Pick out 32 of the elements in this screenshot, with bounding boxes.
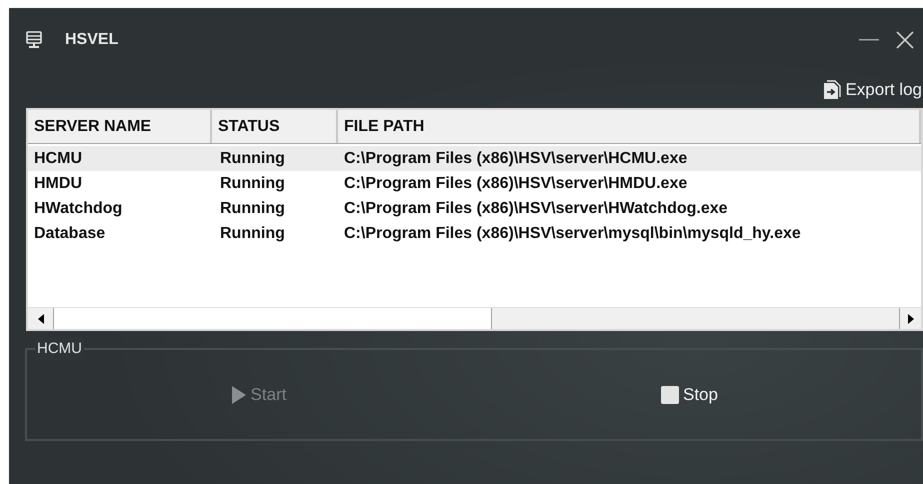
table-row[interactable]: Database Running C:\Program Files (x86)\HSV\server\mysql\bin\mysqld_hy.exe: [28, 221, 921, 246]
window-title: HSVEL: [65, 30, 118, 50]
right-arrow-icon: [908, 314, 914, 324]
column-header[interactable]: SERVER NAME: [28, 110, 212, 143]
table-row[interactable]: HWatchdog Running C:\Program Files (x86)\HSV\server\HWatchdog.exe: [28, 196, 921, 221]
minimize-icon: [859, 39, 879, 41]
table-row[interactable]: HCMU Running C:\Program Files (x86)\HSV\server\HCMU.exe: [28, 146, 921, 171]
table-cell-text: C:\Program Files (x86)\HSV\server\HMDU.exe: [343, 174, 688, 194]
horizontal-scrollbar[interactable]: [28, 307, 921, 329]
table-cell-text: Database: [33, 224, 106, 244]
column-header[interactable]: FILE PATH: [338, 110, 921, 143]
table-cell-text: Running: [219, 148, 286, 168]
table-cell-text: Running: [219, 198, 286, 218]
export-log-button[interactable]: Export log: [823, 77, 922, 103]
stop-button[interactable]: Stop: [661, 382, 718, 408]
table-cell-text: HMDU: [33, 174, 83, 194]
play-icon: [230, 384, 247, 404]
stop-icon: [661, 386, 679, 404]
table-cell-text: HWatchdog: [33, 198, 124, 218]
table-cell-text: HCMU: [33, 148, 83, 168]
scrollbar-thumb[interactable]: [54, 308, 492, 329]
close-icon: [896, 31, 914, 49]
table-cell-text: Running: [219, 224, 286, 244]
column-header[interactable]: STATUS: [212, 110, 338, 143]
export-icon: [823, 80, 842, 100]
table-cell-text: Running: [219, 174, 286, 194]
left-arrow-icon: [38, 314, 44, 324]
table-cell-text: C:\Program Files (x86)\HSV\server\mysql\bin\mysqld_hy.exe: [343, 224, 802, 244]
table-cell-text: C:\Program Files (x86)\HSV\server\HWatchdog.exe: [343, 198, 729, 218]
monitor-icon: [25, 31, 43, 49]
table-row[interactable]: HMDU Running C:\Program Files (x86)\HSV\server\HMDU.exe: [28, 171, 921, 196]
table-cell-text: C:\Program Files (x86)\HSV\server\HCMU.exe: [343, 148, 688, 168]
